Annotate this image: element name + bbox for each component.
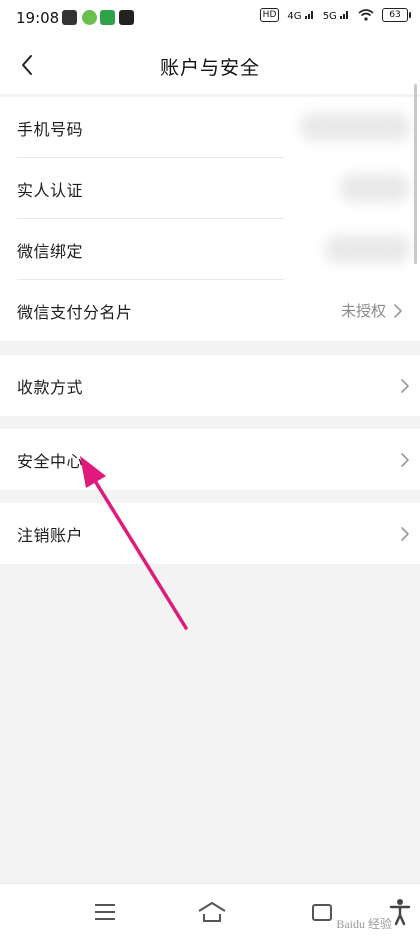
- row-label-phone: 手机号码: [17, 119, 84, 139]
- hd-indicator: HD: [259, 8, 280, 22]
- menu-button[interactable]: [89, 896, 121, 928]
- row-label-payment: 收款方式: [17, 377, 84, 397]
- home-icon: [198, 902, 226, 922]
- row-label-security: 安全中心: [17, 451, 84, 471]
- payment-method-group: 收款方式: [0, 355, 420, 416]
- status-right-group: HD 4G 5G 63: [259, 8, 411, 22]
- row-wechat-binding[interactable]: 微信绑定: [0, 219, 420, 280]
- row-security-center[interactable]: 安全中心: [0, 429, 420, 490]
- row-value-wechat-pay: 未授权: [341, 280, 404, 341]
- mail-icon: [119, 10, 134, 25]
- notification-icon: [62, 10, 77, 25]
- row-wechat-pay-score[interactable]: 微信支付分名片 未授权: [0, 280, 420, 341]
- redacted-value: [300, 113, 410, 141]
- system-nav-bar: Baidu 经验: [0, 883, 420, 940]
- redacted-value: [325, 235, 410, 263]
- chevron-right-icon: [401, 378, 409, 393]
- battery-icon: 63: [382, 8, 411, 22]
- scrollbar[interactable]: [414, 84, 417, 264]
- chevron-right-icon: [394, 303, 402, 318]
- status-bar: 19:08 HD 4G 5G 63: [0, 0, 420, 36]
- row-payment-method[interactable]: 收款方式: [0, 355, 420, 416]
- recents-icon: [312, 904, 332, 921]
- home-button[interactable]: [196, 896, 228, 928]
- redacted-value: [340, 174, 410, 202]
- row-cancel-account[interactable]: 注销账户: [0, 503, 420, 564]
- row-label-identity: 实人认证: [17, 180, 84, 200]
- row-identity-verification[interactable]: 实人认证: [0, 158, 420, 219]
- row-label-cancel: 注销账户: [17, 525, 84, 545]
- back-nav-button[interactable]: [306, 896, 338, 928]
- app-notification-icon-2: [100, 10, 115, 25]
- signal-5g-icon: 5G: [323, 9, 350, 22]
- signal-4g-icon: 4G: [287, 9, 314, 22]
- signal-bars-icon-2: [340, 10, 348, 19]
- row-label-wechat-pay: 微信支付分名片: [17, 302, 133, 322]
- network-4g-label: 4G: [287, 10, 302, 22]
- menu-icon: [95, 904, 115, 920]
- status-time: 19:08: [16, 9, 60, 27]
- cancel-account-group: 注销账户: [0, 503, 420, 564]
- chevron-right-icon: [401, 526, 409, 541]
- app-notification-icon: [82, 10, 97, 25]
- signal-bars-icon: [304, 10, 313, 19]
- security-center-group: 安全中心: [0, 429, 420, 490]
- page-title: 账户与安全: [159, 57, 260, 79]
- top-app-bar: 账户与安全: [0, 36, 420, 94]
- status-unauthorized: 未授权: [340, 302, 386, 320]
- row-label-wechat: 微信绑定: [17, 241, 84, 261]
- network-5g-label: 5G: [322, 10, 337, 22]
- row-phone-number[interactable]: 手机号码: [0, 97, 420, 158]
- wifi-icon: [358, 9, 374, 21]
- account-info-group: 手机号码 实人认证 微信绑定 微信支付分名片 未授权: [0, 97, 420, 341]
- chevron-right-icon: [401, 452, 409, 467]
- watermark: Baidu 经验: [336, 917, 392, 931]
